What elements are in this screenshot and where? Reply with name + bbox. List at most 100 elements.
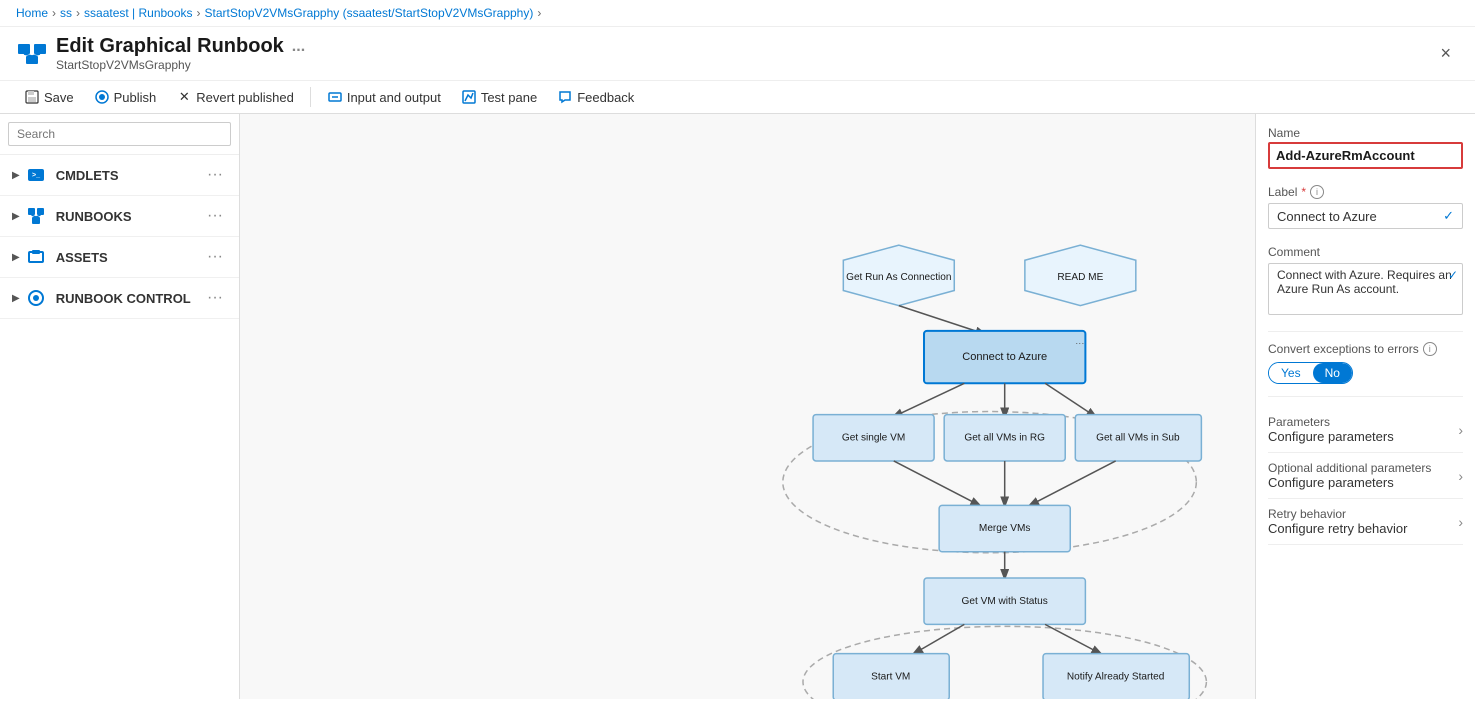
convert-info-icon[interactable]: i (1423, 342, 1437, 356)
save-button[interactable]: Save (16, 85, 82, 109)
svg-text:Get all VMs in RG: Get all VMs in RG (964, 432, 1045, 443)
breadcrumb-runbooks[interactable]: ssaatest | Runbooks (84, 6, 193, 20)
sidebar: ▶ >_ CMDLETS ··· ▶ RUNBOOKS ··· ▶ ASSETS… (0, 114, 240, 699)
sidebar-item-assets-more[interactable]: ··· (203, 248, 227, 266)
svg-text:Start VM: Start VM (871, 671, 910, 682)
test-pane-button[interactable]: Test pane (453, 85, 545, 109)
comment-section: Comment Connect with Azure. Requires an … (1268, 245, 1463, 315)
publish-button[interactable]: Publish (86, 85, 165, 109)
publish-label: Publish (114, 90, 157, 105)
name-label: Name (1268, 126, 1463, 140)
optional-params-value: Configure parameters (1268, 475, 1431, 490)
header-more-button[interactable]: ... (292, 38, 305, 56)
feedback-icon (557, 89, 573, 105)
name-value: Add-AzureRmAccount (1268, 142, 1463, 169)
optional-params-nav[interactable]: Optional additional parameters Configure… (1268, 453, 1463, 499)
page-header: Edit Graphical Runbook ... StartStopV2VM… (0, 27, 1475, 81)
sidebar-item-assets[interactable]: ▶ ASSETS ··· (0, 237, 239, 278)
sidebar-item-runbooks-label: RUNBOOKS (56, 209, 203, 224)
svg-text:···: ··· (1075, 338, 1084, 348)
name-section: Name Add-AzureRmAccount (1268, 126, 1463, 169)
comment-textarea[interactable]: Connect with Azure. Requires an Azure Ru… (1268, 263, 1463, 315)
comment-check-icon: ✓ (1448, 268, 1458, 282)
toolbar-separator (310, 87, 311, 107)
expand-icon-assets: ▶ (12, 252, 20, 263)
label-section: Label * i Connect to Azure ✓ (1268, 185, 1463, 229)
breadcrumb-home[interactable]: Home (16, 6, 48, 20)
convert-label: Convert exceptions to errors i (1268, 342, 1463, 356)
comment-value: Connect with Azure. Requires an Azure Ru… (1277, 268, 1454, 310)
runbook-control-icon (24, 286, 48, 310)
retry-label: Retry behavior (1268, 507, 1407, 521)
label-input-value: Connect to Azure (1277, 209, 1377, 224)
sidebar-item-runbook-control-label: RUNBOOK CONTROL (56, 291, 203, 306)
toolbar: Save Publish ✕ Revert published Input an… (0, 81, 1475, 114)
sidebar-search-container (0, 114, 239, 155)
svg-text:Get VM with Status: Get VM with Status (962, 596, 1048, 607)
label-field-label: Label * i (1268, 185, 1463, 199)
close-button[interactable]: × (1432, 39, 1459, 68)
breadcrumb: Home › ss › ssaatest | Runbooks › StartS… (0, 0, 1475, 27)
test-pane-label: Test pane (481, 90, 537, 105)
breadcrumb-runbook[interactable]: StartStopV2VMsGrapphy (ssaatest/StartSto… (205, 6, 534, 20)
save-label: Save (44, 90, 74, 105)
runbook-icon (16, 38, 48, 70)
sidebar-item-runbooks-more[interactable]: ··· (203, 207, 227, 225)
test-pane-icon (461, 89, 477, 105)
expand-icon-runbook-control: ▶ (12, 293, 20, 304)
sidebar-item-cmdlets-more[interactable]: ··· (203, 166, 227, 184)
feedback-button[interactable]: Feedback (549, 85, 642, 109)
page-title: Edit Graphical Runbook (56, 35, 284, 58)
toggle-yes-button[interactable]: Yes (1269, 363, 1313, 383)
label-check-icon: ✓ (1443, 208, 1454, 224)
revert-icon: ✕ (176, 89, 192, 105)
optional-params-label: Optional additional parameters (1268, 461, 1431, 475)
breadcrumb-ss[interactable]: ss (60, 6, 72, 20)
parameters-chevron-icon: › (1458, 422, 1463, 438)
revert-label: Revert published (196, 90, 294, 105)
input-output-label: Input and output (347, 90, 441, 105)
search-input[interactable] (8, 122, 231, 146)
parameters-label: Parameters (1268, 415, 1394, 429)
feedback-label: Feedback (577, 90, 634, 105)
main-area: ▶ >_ CMDLETS ··· ▶ RUNBOOKS ··· ▶ ASSETS… (0, 114, 1475, 699)
convert-section: Convert exceptions to errors i Yes No (1268, 342, 1463, 384)
divider-2 (1268, 396, 1463, 397)
parameters-value: Configure parameters (1268, 429, 1394, 444)
toggle-no-button[interactable]: No (1313, 363, 1352, 383)
svg-text:Get single VM: Get single VM (842, 432, 905, 443)
svg-text:Get all VMs in Sub: Get all VMs in Sub (1096, 432, 1180, 443)
label-info-icon[interactable]: i (1310, 185, 1324, 199)
label-input[interactable]: Connect to Azure ✓ (1268, 203, 1463, 229)
retry-nav[interactable]: Retry behavior Configure retry behavior … (1268, 499, 1463, 545)
optional-params-chevron-icon: › (1458, 468, 1463, 484)
retry-value: Configure retry behavior (1268, 521, 1407, 536)
save-icon (24, 89, 40, 105)
sidebar-item-runbook-control-more[interactable]: ··· (203, 289, 227, 307)
sidebar-item-runbook-control[interactable]: ▶ RUNBOOK CONTROL ··· (0, 278, 239, 319)
svg-text:READ ME: READ ME (1057, 272, 1103, 283)
expand-icon: ▶ (12, 170, 20, 181)
sidebar-item-cmdlets-label: CMDLETS (56, 168, 203, 183)
sidebar-item-runbooks[interactable]: ▶ RUNBOOKS ··· (0, 196, 239, 237)
toggle-group: Yes No (1268, 362, 1353, 384)
svg-text:Connect to Azure: Connect to Azure (962, 351, 1047, 363)
publish-icon (94, 89, 110, 105)
sidebar-item-cmdlets[interactable]: ▶ >_ CMDLETS ··· (0, 155, 239, 196)
right-panel: Name Add-AzureRmAccount Label * i Connec… (1255, 114, 1475, 699)
expand-icon-runbooks: ▶ (12, 211, 20, 222)
required-indicator: * (1301, 185, 1306, 199)
canvas[interactable]: Get Run As Connection READ ME Connect to… (240, 114, 1255, 699)
header-subtitle: StartStopV2VMsGrapphy (56, 58, 1424, 72)
svg-text:Merge VMs: Merge VMs (979, 523, 1031, 534)
svg-text:Get Run As Connection: Get Run As Connection (846, 272, 951, 283)
svg-text:>_: >_ (32, 172, 40, 179)
svg-text:Notify Already Started: Notify Already Started (1067, 671, 1164, 682)
runbooks-icon (24, 204, 48, 228)
sidebar-item-assets-label: ASSETS (56, 250, 203, 265)
cmdlets-icon: >_ (24, 163, 48, 187)
revert-button[interactable]: ✕ Revert published (168, 85, 302, 109)
input-output-icon (327, 89, 343, 105)
parameters-nav[interactable]: Parameters Configure parameters › (1268, 407, 1463, 453)
input-output-button[interactable]: Input and output (319, 85, 449, 109)
